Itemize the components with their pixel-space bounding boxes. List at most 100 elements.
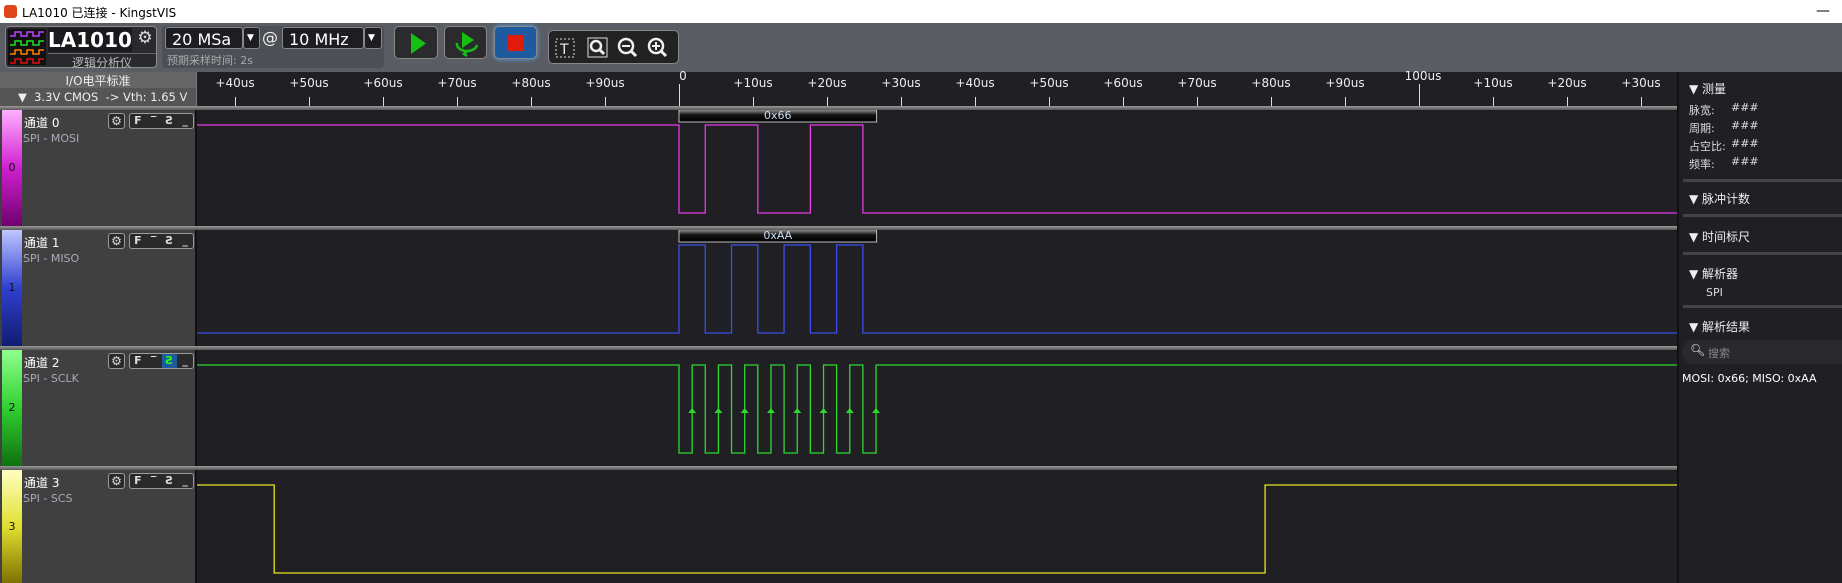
trigger-rising-icon[interactable]: Ϝ [130,474,145,488]
trigger-falling-icon[interactable]: Ƨ [161,354,177,368]
rising-edge-arrow-icon [740,408,749,413]
rising-edge-arrow-icon [845,408,854,413]
measure-section-header[interactable]: ▼ 测量 [1689,80,1726,97]
channel-name[interactable]: 通道 1 [24,234,59,251]
divider [1683,252,1842,255]
channel-color-strip: 1 [2,230,22,346]
channel-separator[interactable] [0,466,1677,470]
analyzer-item-spi[interactable]: SPI [1706,286,1723,299]
channel-number: 2 [8,401,16,414]
trigger-selector: Ϝ ‾ Ƨ _ [129,473,194,489]
device-name: LA1010 [48,28,132,52]
trigger-high-icon[interactable]: ‾ [146,354,161,368]
trigger-rising-icon[interactable]: Ϝ [130,234,145,248]
search-icon: 🔍︎ [1690,343,1706,357]
rising-edge-arrow-icon [793,408,802,413]
device-panel: LA1010 ⚙ 逻辑分析仪 [5,26,157,70]
channel-settings-gear-icon[interactable]: ⚙ [108,233,125,249]
logic-analyzer-logo [8,29,46,65]
channel-alias: SPI - SCS [23,492,73,505]
trigger-rising-icon[interactable]: Ϝ [130,354,145,368]
trigger-high-icon[interactable]: ‾ [146,234,161,248]
trigger-low-icon[interactable]: _ [178,114,193,128]
decode-value: 0x66 [764,109,792,122]
results-title: 解析结果 [1702,320,1751,334]
trigger-falling-icon[interactable]: Ƨ [162,474,177,488]
decode-value: 0xAA [763,229,792,242]
channel-2-label-panel[interactable]: 2 通道 2 SPI - SCLK ⚙ Ϝ ‾ Ƨ _ [0,350,197,466]
measure-label: 脉宽: [1689,104,1715,117]
channel-2-waveform [197,364,1677,454]
right-panel: ▼ 测量 脉宽: ### 周期: ### 占空比: ### 频率: ### ▼ 脉冲计数 ▼ … [1677,72,1842,583]
trigger-selector: Ϝ ‾ Ƨ _ [129,353,194,369]
channel-name[interactable]: 通道 3 [24,474,59,491]
rising-edge-arrow-icon [688,408,697,413]
measure-label: 占空比: [1689,140,1726,153]
results-search-input[interactable]: 🔍︎ 搜索 [1682,340,1842,364]
trigger-high-icon[interactable]: ‾ [146,474,161,488]
channel-settings-gear-icon[interactable]: ⚙ [108,353,125,369]
trigger-high-icon[interactable]: ‾ [146,114,161,128]
measure-value: ### [1731,101,1759,114]
channel-0-label-panel[interactable]: 0 通道 0 SPI - MOSI ⚙ Ϝ ‾ Ƨ _ [0,110,197,226]
waveform-area[interactable]: 0x66 0xAA [197,0,1677,583]
channel-color-strip: 3 [2,470,22,583]
channel-settings-gear-icon[interactable]: ⚙ [108,473,125,489]
measure-value: ### [1731,137,1759,150]
measure-label: 频率: [1689,158,1715,171]
results-section-header[interactable]: ▼ 解析结果 [1689,318,1750,335]
decode-result-row[interactable]: MOSI: 0x66; MISO: 0xAA [1682,372,1817,385]
channel-number: 3 [8,519,16,533]
channel-3-label-panel[interactable]: 3 通道 3 SPI - SCS ⚙ Ϝ ‾ Ƨ _ [0,470,197,583]
channel-3-waveform [197,484,1677,574]
measure-title: 测量 [1702,82,1727,96]
channel-alias: SPI - SCLK [23,372,79,385]
pulse-count-section-header[interactable]: ▼ 脉冲计数 [1689,190,1750,207]
channel-number: 0 [8,161,16,174]
divider [1683,214,1842,217]
channel-alias: SPI - MISO [23,252,80,265]
pulse-count-title: 脉冲计数 [1702,192,1751,206]
trigger-low-icon[interactable]: _ [178,474,193,488]
time-ruler-section-header[interactable]: ▼ 时间标尺 [1689,228,1750,245]
channel-1-waveform [197,244,1677,334]
channel-separator[interactable] [0,346,1677,350]
io-standard-header: I/O电平标准 [0,72,196,88]
time-ruler-title: 时间标尺 [1702,230,1751,244]
io-standard-panel: I/O电平标准 ▼ 3.3V CMOS -> Vth: 1.65 V [0,72,197,106]
rising-edge-arrow-icon [819,408,828,413]
trigger-rising-icon[interactable]: Ϝ [130,114,145,128]
device-subtitle: 逻辑分析仪 [48,53,156,70]
channel-number: 1 [8,281,16,294]
analyzer-section-header[interactable]: ▼ 解析器 [1689,265,1738,282]
device-settings-gear-icon[interactable]: ⚙ [134,28,156,52]
divider [1683,305,1842,308]
window-title: LA1010 已连接 - KingstVIS [22,6,177,20]
search-placeholder: 搜索 [1708,347,1730,360]
channel-separator[interactable] [0,226,1677,230]
trigger-selector: Ϝ ‾ Ƨ _ [129,233,194,249]
channel-color-strip: 0 [2,110,22,226]
app-icon [4,5,17,18]
trigger-falling-icon[interactable]: Ƨ [162,234,177,248]
io-standard-select[interactable]: ▼ 3.3V CMOS -> Vth: 1.65 V [18,90,187,104]
measure-value: ### [1731,155,1759,168]
channel-1-label-panel[interactable]: 1 通道 1 SPI - MISO ⚙ Ϝ ‾ Ƨ _ [0,230,197,346]
minimize-button[interactable]: — [1816,3,1830,19]
channel-alias: SPI - MOSI [23,132,80,145]
channel-name[interactable]: 通道 0 [24,114,59,131]
measure-label: 周期: [1689,122,1715,135]
measure-value: ### [1731,119,1759,132]
trigger-low-icon[interactable]: _ [178,234,193,248]
rising-edge-arrow-icon [714,408,723,413]
analyzer-title: 解析器 [1702,267,1739,281]
channel-settings-gear-icon[interactable]: ⚙ [108,113,125,129]
channel-color-strip: 2 [2,350,22,466]
channel-name[interactable]: 通道 2 [24,354,59,371]
trigger-low-icon[interactable]: _ [178,354,193,368]
trigger-falling-icon[interactable]: Ƨ [162,114,177,128]
trigger-selector: Ϝ ‾ Ƨ _ [129,113,194,129]
channel-separator[interactable] [0,106,1677,110]
divider [1683,179,1842,182]
rising-edge-arrow-icon [766,408,775,413]
